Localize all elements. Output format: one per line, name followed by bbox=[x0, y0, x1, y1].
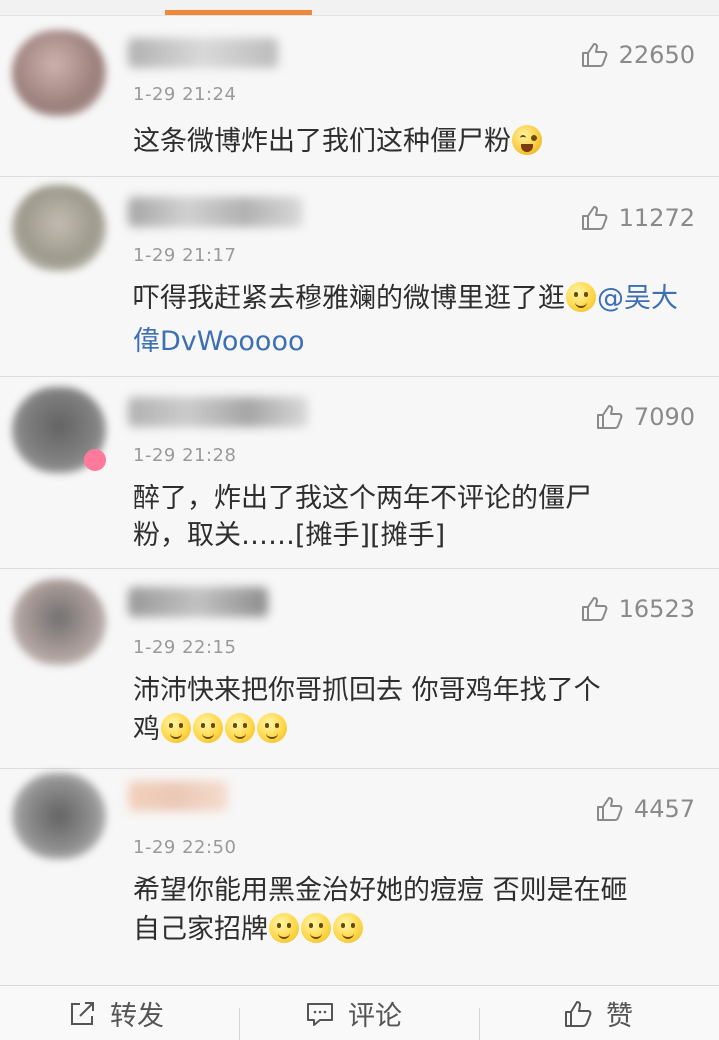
comment-button[interactable]: 评论 bbox=[304, 986, 402, 1040]
comment-text: 这条微博炸出了我们这种僵尸粉 bbox=[133, 120, 693, 163]
repost-label: 转发 bbox=[110, 1001, 164, 1032]
thumbs-up-icon bbox=[596, 405, 623, 429]
like-count: 16523 bbox=[618, 595, 695, 623]
thumbs-up-icon bbox=[581, 43, 608, 67]
avatar[interactable] bbox=[12, 185, 106, 271]
like-button[interactable]: 4457 bbox=[594, 794, 695, 824]
smirk-emoji-icon bbox=[301, 913, 331, 943]
comment-timestamp: 1-29 21:24 bbox=[133, 84, 237, 105]
comment-body-line: 鸡 bbox=[133, 708, 693, 751]
smirk-emoji-icon bbox=[566, 282, 596, 312]
comment-timestamp: 1-29 21:17 bbox=[133, 245, 237, 266]
like-button[interactable]: 22650 bbox=[579, 40, 695, 70]
like-count: 7090 bbox=[633, 403, 695, 431]
username[interactable] bbox=[128, 397, 308, 427]
comment-text: 吓得我赶紧去穆雅斓的微博里逛了逛 @吴大偉DvWooooo bbox=[133, 277, 693, 363]
like-count: 22650 bbox=[618, 41, 695, 69]
like-button[interactable]: 16523 bbox=[579, 594, 695, 624]
comment-text: 希望你能用黑金治好她的痘痘 否则是在砸 自己家招牌 bbox=[133, 869, 693, 951]
thumbs-up-icon bbox=[596, 797, 623, 821]
like-button[interactable]: 11272 bbox=[579, 203, 695, 233]
comment-item[interactable]: 1-29 21:17 11272 吓得我赶紧去穆雅斓的微博里逛了逛 @吴大偉DvW… bbox=[0, 177, 719, 377]
comment-icon bbox=[307, 1002, 333, 1026]
smirk-emoji-icon bbox=[269, 913, 299, 943]
username[interactable] bbox=[128, 38, 278, 68]
thumbs-up-icon bbox=[581, 206, 608, 230]
avatar[interactable] bbox=[12, 30, 106, 116]
comment-body-line: 自己家招牌 bbox=[133, 908, 693, 951]
comment-body-line: 希望你能用黑金治好她的痘痘 否则是在砸 bbox=[133, 875, 628, 906]
smirk-emoji-icon bbox=[161, 713, 191, 743]
username[interactable] bbox=[128, 197, 303, 227]
smirk-emoji-icon bbox=[333, 913, 363, 943]
comment-label: 评论 bbox=[348, 1001, 402, 1032]
comment-body: 吓得我赶紧去穆雅斓的微博里逛了逛 bbox=[133, 283, 565, 314]
avatar[interactable] bbox=[12, 773, 106, 859]
like-label: 赞 bbox=[606, 1001, 633, 1032]
comment-timestamp: 1-29 22:15 bbox=[133, 637, 237, 658]
comment-item[interactable]: 1-29 22:15 16523 沛沛快来把你哥抓回去 你哥鸡年找了个 鸡 bbox=[0, 569, 719, 769]
username[interactable] bbox=[128, 587, 268, 617]
comment-body: 自己家招牌 bbox=[133, 914, 268, 945]
comment-text: 醉了，炸出了我这个两年不评论的僵尸 粉，取关……[摊手][摊手] bbox=[133, 477, 693, 557]
username[interactable] bbox=[128, 781, 228, 811]
share-icon bbox=[71, 1001, 94, 1025]
comment-body: 这条微博炸出了我们这种僵尸粉 bbox=[133, 126, 511, 157]
smirk-emoji-icon bbox=[257, 713, 287, 743]
like-button[interactable]: 7090 bbox=[594, 402, 695, 432]
smirk-emoji-icon bbox=[225, 713, 255, 743]
comment-body: 鸡 bbox=[133, 714, 160, 745]
comment-item[interactable]: 1-29 21:28 7090 醉了，炸出了我这个两年不评论的僵尸 粉，取关……… bbox=[0, 377, 719, 569]
verified-badge-icon bbox=[84, 449, 106, 471]
comment-body-line: 沛沛快来把你哥抓回去 你哥鸡年找了个 bbox=[133, 675, 601, 706]
like-count: 4457 bbox=[633, 795, 695, 823]
comment-item[interactable]: 1-29 21:24 22650 这条微博炸出了我们这种僵尸粉 bbox=[0, 16, 719, 177]
repost-button[interactable]: 转发 bbox=[66, 986, 164, 1040]
comment-item[interactable]: 1-29 22:50 4457 希望你能用黑金治好她的痘痘 否则是在砸 自己家招… bbox=[0, 769, 719, 985]
divider bbox=[239, 1008, 240, 1040]
comment-text: 沛沛快来把你哥抓回去 你哥鸡年找了个 鸡 bbox=[133, 669, 693, 751]
action-bar: 转发 评论 赞 bbox=[0, 985, 719, 1040]
divider bbox=[479, 1008, 480, 1040]
avatar[interactable] bbox=[12, 579, 106, 665]
smirk-emoji-icon bbox=[193, 713, 223, 743]
comment-body-line: 粉，取关……[摊手][摊手] bbox=[133, 520, 446, 551]
comment-timestamp: 1-29 22:50 bbox=[133, 837, 237, 858]
laugh-cry-emoji-icon bbox=[512, 125, 542, 155]
comment-timestamp: 1-29 21:28 bbox=[133, 445, 237, 466]
like-action-button[interactable]: 赞 bbox=[562, 986, 633, 1040]
like-count: 11272 bbox=[618, 204, 695, 232]
thumbs-up-icon bbox=[565, 1000, 592, 1027]
thumbs-up-icon bbox=[581, 597, 608, 621]
